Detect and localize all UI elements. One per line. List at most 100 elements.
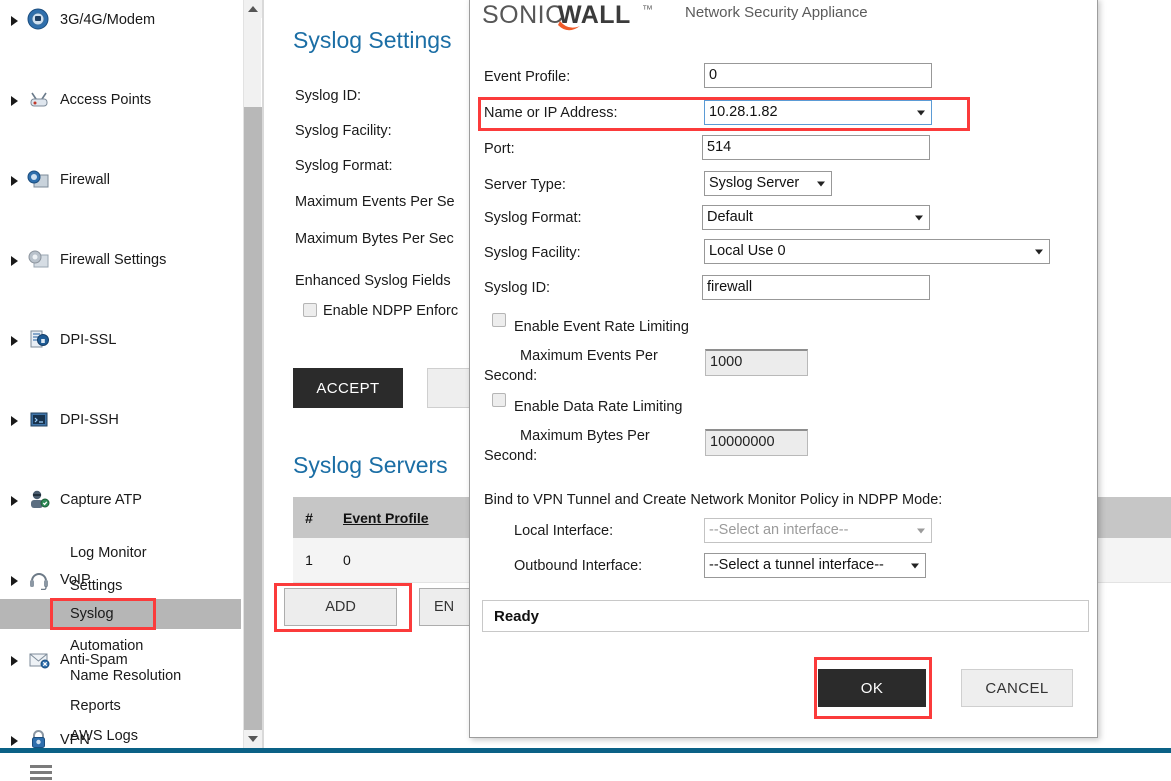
column-header-number: # (305, 509, 313, 526)
label-enable-event-rate-limiting: Enable Event Rate Limiting (514, 319, 689, 335)
sidebar-item-label: Access Points (60, 92, 152, 108)
dpi-ssh-icon (26, 408, 52, 432)
svg-text:WALL: WALL (558, 1, 631, 29)
sidebar-item-label: Firewall (60, 172, 110, 188)
label-max-bytes-per-second: Maximum Bytes Per Sec (295, 231, 454, 247)
scroll-up-arrow-icon[interactable] (244, 0, 262, 18)
add-button[interactable]: ADD (284, 588, 397, 626)
label-server-type: Server Type: (484, 177, 566, 193)
label-max-events-per-second: Maximum Events Per Se (295, 194, 455, 210)
page-title-syslog-settings: Syslog Settings (293, 27, 452, 53)
select-name-or-ip-address[interactable]: 10.28.1.82 (704, 100, 932, 125)
access-point-icon (26, 88, 52, 112)
input-syslog-id[interactable]: firewall (702, 275, 930, 300)
svg-text:™: ™ (642, 4, 653, 16)
sidebar-subitem-name-resolution[interactable]: Name Resolution (0, 659, 241, 692)
dialog-cancel-button[interactable]: CANCEL (961, 669, 1073, 707)
select-server-type-value: Syslog Server (709, 175, 800, 191)
sidebar-subitem-syslog[interactable]: Syslog (0, 599, 241, 629)
select-syslog-facility-value: Local Use 0 (709, 243, 786, 259)
select-syslog-format[interactable]: Default (702, 205, 930, 230)
label-name-or-ip-address: Name or IP Address: (484, 105, 618, 121)
app-root: 3G/4G/Modem Access Points Firewall Firew… (0, 0, 1171, 781)
input-maximum-events-per-second[interactable]: 1000 (705, 349, 808, 376)
sidebar-subitem-automation[interactable]: Automation (0, 629, 241, 662)
add-syslog-server-dialog: SONIC WALL ™ Network Security Appliance … (469, 0, 1098, 738)
sidebar-item-access-points[interactable]: Access Points (0, 80, 241, 120)
chevron-right-icon[interactable] (8, 334, 21, 347)
svg-text:SONIC: SONIC (482, 1, 564, 29)
label-syslog-facility: Syslog Facility: (484, 245, 581, 261)
chevron-down-icon[interactable] (917, 110, 925, 115)
checkbox-enable-event-rate-limiting[interactable] (492, 313, 506, 327)
chevron-down-icon[interactable] (911, 563, 919, 568)
sidebar-item-label: Firewall Settings (60, 252, 167, 268)
chevron-right-icon[interactable] (8, 494, 21, 507)
checkbox-enable-data-rate-limiting[interactable] (492, 393, 506, 407)
select-syslog-format-value: Default (707, 209, 753, 225)
sidebar-item-firewall-settings[interactable]: Firewall Settings (0, 240, 241, 280)
page-title-syslog-servers: Syslog Servers (293, 452, 448, 478)
scroll-down-arrow-icon[interactable] (244, 730, 262, 748)
chevron-right-icon[interactable] (8, 14, 21, 27)
scrollbar-thumb[interactable] (244, 107, 262, 735)
bottom-divider (0, 748, 1171, 753)
chevron-right-icon[interactable] (8, 254, 21, 267)
chevron-right-icon[interactable] (8, 174, 21, 187)
sidebar-item-dpi-ssl[interactable]: DPI-SSL (0, 320, 241, 360)
label-syslog-format: Syslog Format: (295, 158, 393, 174)
input-event-profile[interactable]: 0 (704, 63, 932, 88)
input-maximum-bytes-per-second[interactable]: 10000000 (705, 429, 808, 456)
label-outbound-interface: Outbound Interface: (514, 558, 643, 574)
checkbox-enable-ndpp-enforcement[interactable] (303, 303, 317, 317)
sidebar-navigation: 3G/4G/Modem Access Points Firewall Firew… (0, 0, 241, 748)
sonicwall-logo: SONIC WALL ™ (482, 0, 682, 39)
sidebar-subitem-label: Name Resolution (70, 667, 182, 684)
hamburger-menu-icon[interactable] (30, 765, 52, 781)
sidebar-scrollbar[interactable] (243, 0, 262, 748)
sidebar-subitem-aws-logs[interactable]: AWS Logs (0, 719, 241, 748)
select-outbound-interface[interactable]: --Select a tunnel interface-- (704, 553, 926, 578)
label-enable-ndpp-enforcement: Enable NDPP Enforc (323, 303, 459, 319)
sidebar-subitem-label: Settings (70, 577, 123, 594)
select-outbound-interface-value: --Select a tunnel interface-- (709, 557, 884, 573)
sidebar-subitem-settings[interactable]: Settings (0, 569, 241, 602)
dpi-ssl-icon (26, 328, 52, 352)
sidebar-item-3g4g-modem[interactable]: 3G/4G/Modem (0, 0, 241, 40)
accept-button[interactable]: ACCEPT (293, 368, 403, 408)
sidebar-item-capture-atp[interactable]: Capture ATP (0, 480, 241, 520)
modem-icon (26, 8, 52, 32)
sidebar-subitem-label: Automation (70, 637, 144, 654)
sidebar-item-firewall[interactable]: Firewall (0, 160, 241, 200)
ok-button[interactable]: OK (818, 669, 926, 707)
input-port[interactable]: 514 (702, 135, 930, 160)
sidebar-item-label: 3G/4G/Modem (60, 12, 156, 28)
select-syslog-facility[interactable]: Local Use 0 (704, 239, 1050, 264)
label-syslog-facility: Syslog Facility: (295, 123, 392, 139)
sidebar-item-label: DPI-SSL (60, 332, 117, 348)
capture-atp-icon (26, 488, 52, 512)
label-event-profile: Event Profile: (484, 69, 571, 85)
select-server-type[interactable]: Syslog Server (704, 171, 832, 196)
sidebar-divider (262, 0, 264, 748)
label-syslog-id: Syslog ID: (295, 88, 362, 104)
sidebar-item-label: DPI-SSH (60, 412, 119, 428)
chevron-right-icon[interactable] (8, 414, 21, 427)
chevron-down-icon[interactable] (917, 528, 925, 533)
label-syslog-format: Syslog Format: (484, 210, 582, 226)
select-local-interface[interactable]: --Select an interface-- (704, 518, 932, 543)
chevron-down-icon[interactable] (1035, 249, 1043, 254)
firewall-settings-icon (26, 248, 52, 272)
cell-number: 1 (305, 552, 313, 568)
chevron-down-icon[interactable] (915, 215, 923, 220)
column-header-event-profile[interactable]: Event Profile (325, 510, 455, 526)
chevron-down-icon[interactable] (817, 181, 825, 186)
chevron-right-icon[interactable] (8, 94, 21, 107)
sidebar-subitem-log-monitor[interactable]: Log Monitor (0, 536, 241, 569)
sidebar-item-dpi-ssh[interactable]: DPI-SSH (0, 400, 241, 440)
sidebar-subitem-reports[interactable]: Reports (0, 689, 241, 722)
label-syslog-id: Syslog ID: (484, 280, 551, 296)
sidebar-subitem-label: Syslog (70, 606, 114, 622)
heading-bind-to-vpn-tunnel: Bind to VPN Tunnel and Create Network Mo… (484, 492, 943, 508)
status-text: Ready (494, 607, 540, 625)
